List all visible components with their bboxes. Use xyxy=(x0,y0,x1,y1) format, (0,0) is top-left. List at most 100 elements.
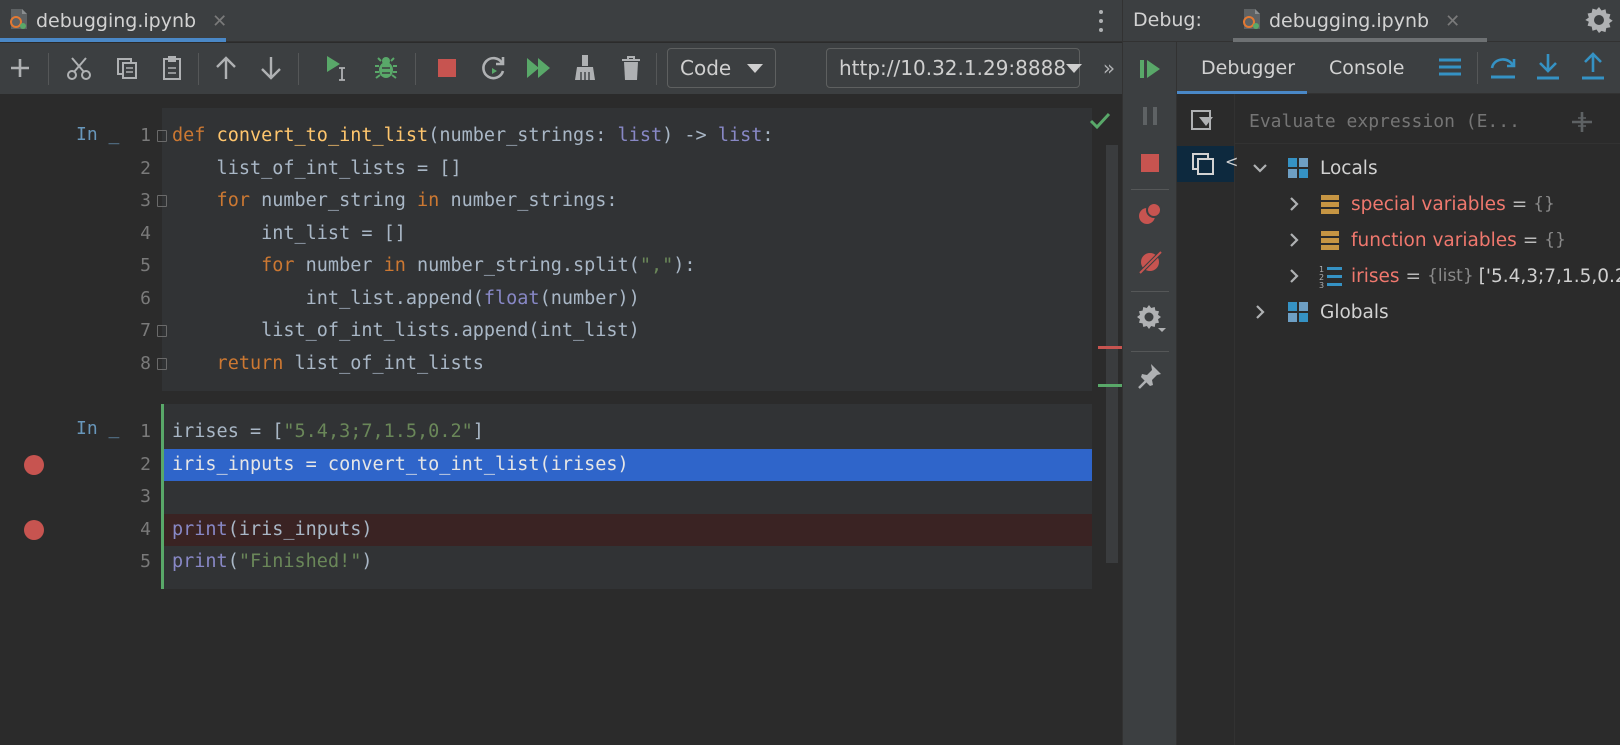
step-over-icon[interactable] xyxy=(1489,52,1517,82)
move-down-icon[interactable] xyxy=(254,51,288,85)
evaluate-expression-input[interactable] xyxy=(1249,111,1559,132)
show-execution-point-icon[interactable] xyxy=(1437,54,1463,80)
tree-var-irises[interactable]: 123 irises = {list} ['5.4,3;7,1.5,0.2'] xyxy=(1285,259,1620,293)
debugger-tab-strip: Debugger Console xyxy=(1177,42,1620,94)
code-line[interactable]: def convert_to_int_list(number_strings: … xyxy=(172,120,774,152)
fold-marker-icon[interactable] xyxy=(157,130,167,142)
var-type: {list} xyxy=(1427,266,1474,286)
line-number: 8 xyxy=(140,352,151,374)
server-url-value: http://10.32.1.29:8888 xyxy=(839,56,1067,80)
toolbar-separator xyxy=(298,53,299,85)
close-tab-icon[interactable]: ✕ xyxy=(212,11,227,32)
frames-panel: < xyxy=(1177,94,1238,745)
group-icon xyxy=(1321,231,1339,250)
pause-icon[interactable] xyxy=(1138,104,1162,128)
tree-node-globals[interactable]: Globals xyxy=(1251,295,1389,329)
line-number: 1 xyxy=(140,421,151,442)
move-up-icon[interactable] xyxy=(209,51,243,85)
step-into-icon[interactable] xyxy=(1535,52,1561,82)
frame-item-selected[interactable]: < xyxy=(1177,146,1238,182)
debug-session-tab[interactable]: debugging.ipynb ✕ xyxy=(1233,0,1487,42)
toolbar-separator xyxy=(48,53,49,85)
tree-node-locals[interactable]: Locals xyxy=(1251,151,1378,185)
code-line[interactable]: for number in number_string.split(","): xyxy=(172,250,695,282)
editor-tab-bar: debugging.ipynb ✕ xyxy=(0,0,1122,42)
cut-icon[interactable] xyxy=(62,51,96,85)
step-out-icon[interactable] xyxy=(1580,52,1606,82)
var-eq: = xyxy=(1522,229,1539,251)
close-session-icon[interactable]: ✕ xyxy=(1445,11,1460,32)
mute-breakpoints-icon[interactable] xyxy=(1136,248,1164,276)
line-number: 2 xyxy=(140,453,151,475)
tab-debugger-label: Debugger xyxy=(1201,57,1296,79)
code-line[interactable]: for number_string in number_strings: xyxy=(172,185,618,217)
fold-marker-icon[interactable] xyxy=(157,195,167,207)
chevron-right-icon[interactable] xyxy=(1251,303,1269,321)
tab-debugger[interactable]: Debugger xyxy=(1201,42,1295,94)
breakpoint-icon[interactable] xyxy=(24,454,44,475)
line-number: 7 xyxy=(140,320,151,341)
view-breakpoints-icon[interactable] xyxy=(1136,200,1164,228)
code-line[interactable]: list_of_int_lists.append(int_list) xyxy=(172,315,640,347)
frame-icon xyxy=(1192,153,1214,175)
code-line[interactable]: return list_of_int_lists xyxy=(172,348,484,380)
fold-marker-icon[interactable] xyxy=(157,357,167,370)
code-line[interactable]: print(iris_inputs) xyxy=(172,514,373,546)
file-tab-debugging[interactable]: debugging.ipynb ✕ xyxy=(0,0,227,42)
code-line[interactable]: print("Finished!") xyxy=(172,546,373,578)
stop-icon[interactable] xyxy=(430,51,464,85)
eval-history-chevron-icon[interactable] xyxy=(1198,115,1214,127)
cell-type-dropdown[interactable]: Code xyxy=(667,48,776,88)
more-options-icon[interactable] xyxy=(1094,4,1108,38)
code-line[interactable]: iris_inputs = convert_to_int_list(irises… xyxy=(172,449,629,481)
code-line[interactable]: int_list = [] xyxy=(172,218,406,250)
paste-icon[interactable] xyxy=(155,51,189,85)
clear-outputs-icon[interactable] xyxy=(568,51,602,85)
code-line[interactable]: int_list.append(float(number)) xyxy=(172,283,640,315)
settings-gear-icon[interactable] xyxy=(1585,6,1613,34)
code-line[interactable]: irises = ["5.4,3;7,1.5,0.2"] xyxy=(172,416,484,448)
stop-debug-icon[interactable] xyxy=(1139,152,1161,174)
run-all-icon[interactable] xyxy=(522,51,556,85)
var-eq: = xyxy=(1511,193,1528,215)
resume-icon[interactable] xyxy=(1137,56,1163,82)
chevron-right-icon[interactable] xyxy=(1285,231,1303,249)
chevron-down-icon[interactable] xyxy=(1251,159,1269,177)
tree-var-function-variables[interactable]: function variables = {} xyxy=(1285,223,1566,257)
toolbar-separator xyxy=(198,53,199,85)
debug-label: Debug: xyxy=(1133,9,1202,31)
add-cell-icon[interactable] xyxy=(3,51,37,85)
pin-icon[interactable] xyxy=(1137,362,1163,390)
debug-settings-icon[interactable] xyxy=(1136,304,1166,334)
chevron-right-icon[interactable] xyxy=(1285,195,1303,213)
active-tab-indicator xyxy=(0,38,226,42)
chevron-down-icon xyxy=(1066,63,1083,73)
notebook-toolbar: Code http://10.32.1.29:8888 » xyxy=(0,43,1122,95)
chevron-right-icon[interactable] xyxy=(1285,267,1303,285)
tab-console[interactable]: Console xyxy=(1329,42,1404,94)
add-watch-icon[interactable] xyxy=(1569,109,1595,135)
toolbar-separator xyxy=(1131,351,1169,352)
line-number: 4 xyxy=(140,222,151,244)
editor-scrollbar[interactable] xyxy=(1106,145,1118,563)
var-type: {} xyxy=(1544,230,1566,250)
namespace-icon xyxy=(1288,158,1308,178)
tree-node-globals-label: Globals xyxy=(1320,301,1389,323)
restart-kernel-icon[interactable] xyxy=(476,51,510,85)
var-name: special variables xyxy=(1351,193,1506,215)
copy-icon[interactable] xyxy=(110,51,144,85)
code-line[interactable]: list_of_int_lists = [] xyxy=(172,153,462,185)
debug-cell-icon[interactable] xyxy=(369,51,403,85)
list-icon: 123 xyxy=(1319,265,1342,288)
fold-marker-icon[interactable] xyxy=(157,325,167,337)
cell-2-prompt: In _ xyxy=(76,418,120,439)
server-url-dropdown[interactable]: http://10.32.1.29:8888 xyxy=(826,48,1083,88)
toolbar-separator xyxy=(1477,52,1478,84)
tree-var-special-variables[interactable]: special variables = {} xyxy=(1285,187,1555,221)
breakpoint-icon[interactable] xyxy=(24,519,44,540)
delete-cell-icon[interactable] xyxy=(614,51,648,85)
toolbar-overflow-icon[interactable]: » xyxy=(1092,51,1126,85)
svg-text:3: 3 xyxy=(1319,281,1324,288)
run-cell-icon[interactable] xyxy=(320,51,354,85)
debug-side-toolbar xyxy=(1123,42,1177,745)
